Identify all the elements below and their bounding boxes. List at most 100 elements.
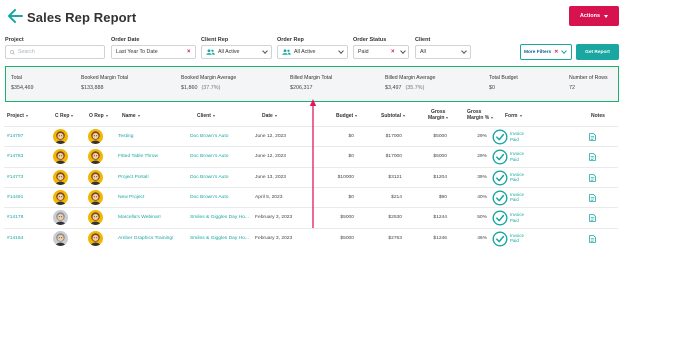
column-label-name: Name: [122, 113, 136, 119]
more-filters-button[interactable]: More Filters ✕: [520, 44, 572, 60]
avatar: [53, 230, 68, 246]
client-link[interactable]: Smiles & Giggles Day Ho...: [190, 215, 249, 220]
column-header-c-rep[interactable]: C Rep: [55, 113, 74, 119]
subtotal-value: $214: [391, 194, 402, 200]
get-report-button[interactable]: Get Report: [576, 44, 619, 60]
form-status[interactable]: Invoice Paid: [510, 192, 524, 203]
document-icon[interactable]: [589, 133, 596, 141]
summary-panel: Total $354,469 Booked Margin Total $133,…: [5, 66, 619, 102]
back-arrow-icon[interactable]: [7, 9, 23, 23]
chevron-down-icon: [262, 48, 268, 54]
form-status-line1: Invoice: [510, 212, 524, 218]
project-id-link[interactable]: #14178: [7, 215, 23, 220]
table-row[interactable]: #14178 Marcella's Webinar! Smiles & Gigg…: [4, 207, 618, 227]
form-status-line2: Paid: [510, 156, 519, 162]
table-row[interactable]: #14491 New Project Doc Brown's Auto Apri…: [4, 186, 618, 207]
form-status[interactable]: Invoice Paid: [510, 212, 524, 223]
billed-margin-total-label: Billed Margin Total: [290, 75, 333, 81]
order-date-select[interactable]: Last Year To Date ×: [111, 45, 196, 59]
order-rep-select[interactable]: All Active: [277, 45, 348, 59]
gross-margin-value: $1244: [433, 215, 447, 221]
summary-total-label: Total: [11, 75, 22, 81]
avatar: [53, 169, 68, 185]
client-link[interactable]: Doc Brown's Auto: [190, 175, 228, 180]
budget-value: $5000: [340, 215, 354, 221]
close-icon[interactable]: ×: [391, 49, 395, 55]
table-row[interactable]: #14797 Testing Doc Brown's Auto June 12,…: [4, 126, 618, 146]
subtotal-value: $3121: [388, 174, 402, 180]
column-header-gross-margin-pct[interactable]: Gross Margin %: [467, 109, 494, 121]
form-status-line2: Paid: [510, 197, 519, 203]
column-header-o-rep[interactable]: O Rep: [89, 113, 108, 119]
document-icon[interactable]: [589, 214, 596, 222]
project-name-link[interactable]: Amber Graphics Training!: [118, 236, 173, 241]
close-icon[interactable]: ×: [187, 49, 191, 55]
table-row[interactable]: #14164 Amber Graphics Training! Smiles &…: [4, 227, 618, 248]
search-icon: [10, 49, 15, 55]
column-header-project[interactable]: Project: [7, 113, 28, 119]
avatar: [88, 189, 103, 205]
document-icon[interactable]: [589, 194, 596, 202]
people-icon: [282, 49, 291, 55]
column-header-client[interactable]: Client: [197, 113, 215, 119]
project-id-link[interactable]: #14491: [7, 195, 23, 200]
project-id-link[interactable]: #14164: [7, 236, 23, 241]
project-name-link[interactable]: Testing: [118, 134, 134, 139]
form-status[interactable]: Invoice Paid: [510, 233, 524, 244]
order-date-value: Last Year To Date: [116, 49, 158, 55]
column-header-subtotal[interactable]: Subtotal: [381, 113, 405, 119]
document-icon[interactable]: [589, 234, 596, 243]
column-header-date[interactable]: Date: [262, 113, 277, 119]
project-name-link[interactable]: Marcella's Webinar!: [118, 215, 161, 220]
client-link[interactable]: Doc Brown's Auto: [190, 195, 228, 200]
avatar: [53, 129, 68, 144]
gross-margin-pct-value: 29%: [477, 154, 487, 160]
avatar: [88, 210, 103, 226]
client-rep-value: All Active: [218, 49, 240, 55]
project-name-link[interactable]: Project Portal!: [118, 175, 149, 180]
client-link[interactable]: Doc Brown's Auto: [190, 134, 228, 139]
order-status-label: Order Status: [353, 37, 387, 43]
column-header-form[interactable]: Form: [505, 113, 522, 119]
close-icon[interactable]: ✕: [554, 49, 558, 55]
column-label-c-rep: C Rep: [55, 113, 70, 119]
column-label-client: Client: [197, 113, 211, 119]
table-row[interactable]: #14773 Project Portal! Doc Brown's Auto …: [4, 166, 618, 187]
client-label: Client: [415, 37, 431, 43]
column-header-gross-margin[interactable]: Gross Margin: [428, 109, 449, 121]
actions-button[interactable]: Actions: [569, 6, 619, 26]
project-id-link[interactable]: #14773: [7, 175, 23, 180]
client-link[interactable]: Doc Brown's Auto: [190, 154, 228, 159]
gross-margin-pct-value: 39%: [477, 174, 487, 180]
chevron-down-icon: [400, 48, 406, 54]
booked-margin-average-label: Booked Margin Average: [181, 75, 237, 81]
gross-margin-value: $1204: [433, 174, 447, 180]
order-date: June 12, 2023: [255, 134, 287, 139]
project-id-link[interactable]: #14797: [7, 134, 23, 139]
form-status[interactable]: Invoice Paid: [510, 131, 524, 142]
chevron-down-icon: [338, 48, 344, 54]
sort-icon: [446, 116, 449, 119]
billed-margin-average-value: $3,497 (35.7%): [385, 85, 435, 91]
project-search-placeholder: Search: [18, 49, 35, 55]
client-select[interactable]: All: [415, 45, 471, 59]
client-rep-select[interactable]: All Active: [201, 45, 272, 59]
column-header-name[interactable]: Name: [122, 113, 140, 119]
project-name-link[interactable]: Fitted Table Throw: [118, 154, 158, 159]
avatar: [53, 149, 68, 165]
document-icon[interactable]: [589, 173, 596, 182]
project-search-input[interactable]: Search: [5, 45, 105, 59]
document-icon[interactable]: [589, 153, 596, 162]
avatar: [88, 230, 103, 246]
table-row[interactable]: #14783 Fitted Table Throw Doc Brown's Au…: [4, 146, 618, 166]
order-status-select[interactable]: Paid ×: [353, 45, 409, 59]
subtotal-value: $2530: [388, 215, 402, 221]
client-link[interactable]: Smiles & Giggles Day Ho...: [190, 236, 249, 241]
sort-icon: [355, 114, 358, 117]
project-id-link[interactable]: #14783: [7, 154, 23, 159]
form-status[interactable]: Invoice Paid: [510, 172, 524, 183]
column-header-budget[interactable]: Budget: [336, 113, 358, 119]
form-status[interactable]: Invoice Paid: [510, 151, 524, 162]
actions-label: Actions: [579, 13, 601, 19]
project-name-link[interactable]: New Project: [118, 195, 144, 200]
